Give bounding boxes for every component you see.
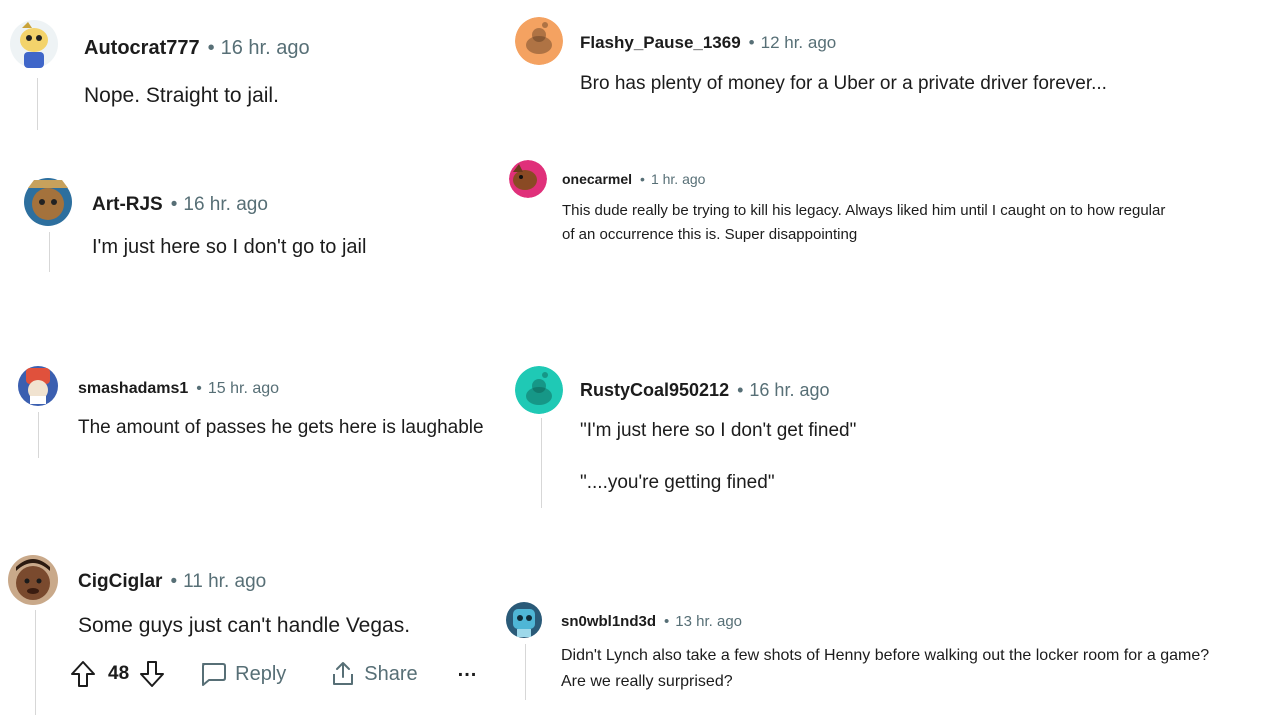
share-icon [333,662,354,685]
comment-author[interactable]: sn0wbl1nd3d [561,613,656,630]
avatar[interactable] [515,366,563,414]
comment-author[interactable]: CigCiglar [78,571,162,593]
thread-line [49,232,50,272]
comment-timestamp[interactable]: 12 hr. ago [761,33,837,53]
snoo-avatar-icon [515,366,563,414]
comment-timestamp[interactable]: 15 hr. ago [208,380,279,398]
comment-text: The amount of passes he gets here is lau… [78,417,484,438]
user-avatar-icon [8,555,58,605]
comment-text: Bro has plenty of money for a Uber or a … [580,73,1107,94]
user-avatar-icon [24,178,72,226]
separator-dot: • [170,194,178,215]
share-button[interactable]: Share [330,660,418,688]
comment-text: I'm just here so I don't go to jail [92,236,367,258]
reply-label: Reply [235,662,287,685]
avatar[interactable] [22,174,74,228]
upvote-button[interactable] [70,660,96,688]
comment-timestamp[interactable]: 1 hr. ago [651,171,706,187]
snoo-avatar-icon [515,17,563,65]
chat-bubble-icon [202,663,227,686]
separator-dot: • [196,380,202,397]
thread-line [525,644,526,700]
action-bar-cropped [30,458,330,462]
vote-count: 48 [108,663,130,684]
avatar[interactable] [515,17,563,65]
comment-text-line: "....you're getting fined" [580,472,775,493]
separator-dot: • [737,380,744,400]
user-avatar-icon [509,160,547,198]
avatar[interactable] [509,160,547,198]
comment-author[interactable]: onecarmel [562,171,632,187]
comment-text-line: "I'm just here so I don't get fined" [580,420,857,441]
upvote-icon [71,661,95,687]
comment-text: Some guys just can't handle Vegas. [78,614,411,637]
user-avatar-icon [18,366,58,406]
comment-action-bar: 48 Reply Share ... [70,658,477,690]
comment-author[interactable]: Art-RJS [92,194,163,216]
share-label: Share [364,662,418,685]
comment-timestamp[interactable]: 16 hr. ago [749,380,829,401]
avatar[interactable] [10,18,60,72]
comment-text-line: of an occurrence this is. Super disappoi… [562,226,858,243]
comment-text: Nope. Straight to jail. [84,84,279,107]
separator-dot: • [664,613,670,630]
separator-dot: • [640,171,645,187]
avatar[interactable] [8,555,58,605]
separator-dot: • [207,37,215,59]
comment-timestamp[interactable]: 16 hr. ago [221,37,310,60]
comment-author[interactable]: RustyCoal950212 [580,380,729,401]
separator-dot: • [170,571,178,592]
more-icon: ... [457,658,478,681]
comment-author[interactable]: smashadams1 [78,380,188,398]
thread-line [541,418,542,508]
avatar[interactable] [505,599,543,641]
comment-timestamp[interactable]: 11 hr. ago [183,571,266,593]
comment-timestamp[interactable]: 16 hr. ago [183,194,268,216]
comment-text-line: Didn't Lynch also take a few shots of He… [561,647,1210,664]
comment-author[interactable]: Flashy_Pause_1369 [580,33,741,53]
thread-line [38,412,39,458]
downvote-icon [140,661,165,687]
user-avatar-icon [506,602,542,638]
thread-line [37,78,38,130]
comment-text-line: Are we really surprised? [561,673,733,690]
user-avatar-icon [10,20,58,68]
comment-text-line: This dude really be trying to kill his l… [562,202,1166,219]
separator-dot: • [748,33,755,52]
more-options-button[interactable]: ... [458,659,478,686]
downvote-button[interactable] [139,660,165,688]
avatar[interactable] [16,362,60,408]
reply-button[interactable]: Reply [199,661,286,687]
comment-author[interactable]: Autocrat777 [84,37,200,60]
thread-line [35,610,36,715]
action-bar-cropped [580,115,840,119]
comment-timestamp[interactable]: 13 hr. ago [675,613,742,630]
